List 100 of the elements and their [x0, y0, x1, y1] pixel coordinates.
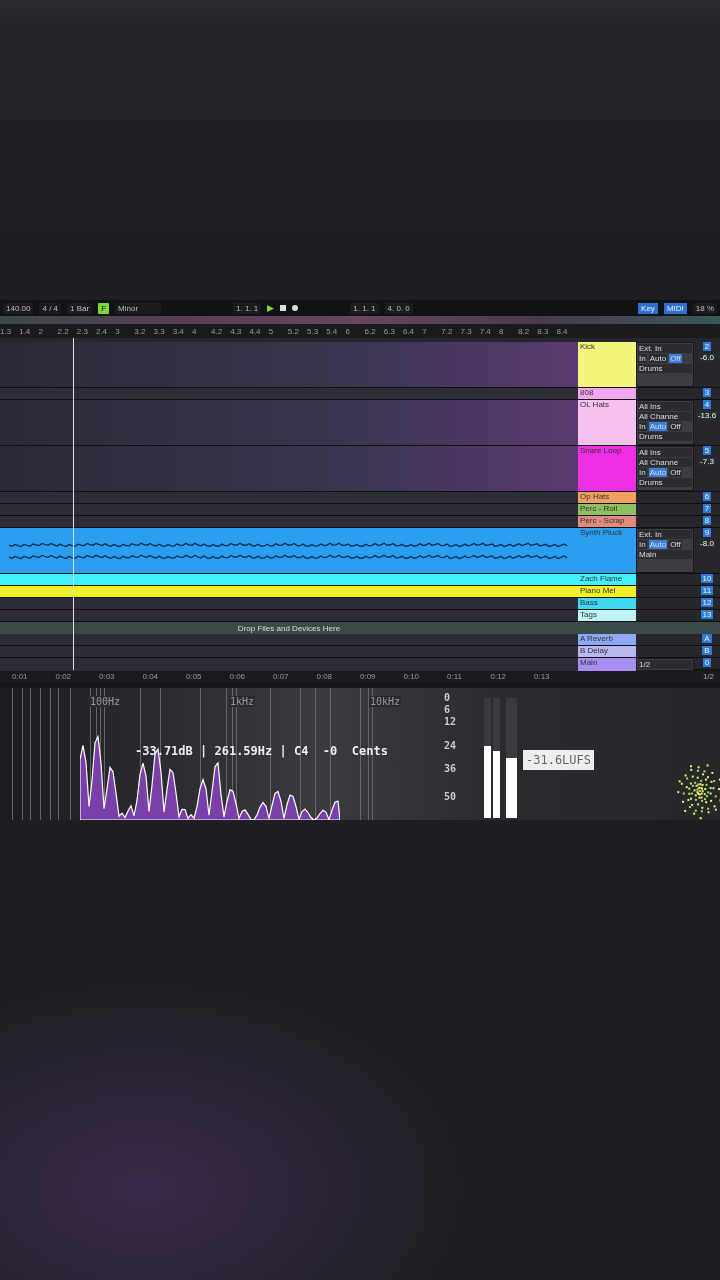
time-ruler-label: 0:09 [360, 671, 377, 681]
bar-ruler-label: 7.2 [441, 326, 454, 336]
track-header[interactable]: 808 [578, 388, 636, 399]
play-icon[interactable] [267, 304, 275, 312]
monitor-option[interactable]: Off [669, 540, 682, 549]
bar-ruler-label: 2.3 [76, 326, 89, 336]
bar-ruler-label: 6.4 [402, 326, 416, 336]
bar-ruler-label: 7.3 [460, 326, 473, 336]
track-number[interactable]: 9 [702, 528, 712, 537]
volume-field[interactable]: -7.3 [699, 457, 715, 466]
midi-map-button[interactable]: MIDI [663, 302, 687, 314]
bar-ruler-label: 8.4 [556, 326, 569, 336]
input-dropdown[interactable]: All Ins [638, 448, 692, 457]
track-number[interactable]: 12 [700, 598, 714, 607]
channel-dropdown[interactable]: All Channe [638, 412, 692, 421]
output-dropdown[interactable]: Main [638, 550, 692, 559]
bar-ruler-label: 8.2 [518, 326, 531, 336]
track-number[interactable]: 8 [702, 516, 712, 525]
track-header[interactable]: Perc - Roll [578, 504, 636, 515]
track-number[interactable]: B [702, 646, 712, 655]
bar-ruler-label: 3.3 [153, 326, 166, 336]
track-number[interactable]: 13 [700, 610, 714, 619]
track-header[interactable]: Piano Mel [578, 586, 636, 597]
bar-ruler-label: 1.4 [19, 326, 32, 336]
lufs-readout: -31.6LUFS [523, 750, 595, 770]
bar-ruler-label: 3 [115, 326, 121, 336]
monitor-option[interactable]: In [638, 540, 647, 549]
position-field[interactable]: 1. 1. 1 [233, 302, 262, 314]
track-header[interactable]: OL Hats [578, 400, 636, 445]
track-number[interactable]: 4 [702, 400, 712, 409]
volume-field[interactable]: -8.0 [699, 539, 715, 548]
track-number[interactable]: 10 [700, 574, 714, 583]
audio-clip[interactable] [0, 528, 578, 573]
track-header[interactable]: Zach Flame [578, 574, 636, 585]
audio-clip[interactable] [0, 574, 578, 585]
track-header[interactable]: Kick [578, 342, 636, 387]
track-number[interactable]: 3 [702, 388, 712, 397]
track-header[interactable]: Snare Loop [578, 446, 636, 491]
track-header[interactable]: A Reverb [578, 634, 636, 645]
audio-clip[interactable] [0, 586, 578, 597]
monitor-option[interactable]: Off [669, 422, 682, 431]
channel-dropdown[interactable]: All Channe [638, 458, 692, 467]
time-ruler-label: 0:12 [490, 671, 508, 681]
time-ruler-label: 0:02 [55, 671, 73, 681]
bar-ruler-label: 8 [498, 326, 505, 336]
monitor-option[interactable]: In [638, 422, 647, 431]
output-dropdown[interactable]: Drums [638, 364, 692, 373]
output-dropdown[interactable]: Drums [638, 478, 692, 487]
bar-ruler-label: 7.4 [479, 326, 492, 336]
bar-ruler-label: 3.2 [134, 326, 147, 336]
track-header[interactable]: Perc - Scrap [578, 516, 636, 527]
key-map-button[interactable]: Key [638, 302, 658, 314]
stop-icon[interactable] [280, 305, 287, 311]
bar-ruler-label: 7 [422, 326, 428, 336]
monitor-option[interactable]: Off [669, 468, 682, 477]
track-header[interactable]: B Delay [578, 646, 636, 657]
track-header[interactable]: Tags [578, 610, 636, 621]
time-ruler-label: 0:11 [447, 671, 463, 681]
bar-ruler-label: 4.4 [249, 326, 262, 336]
input-dropdown[interactable]: Ext. In [638, 344, 692, 353]
meter-scale-label: 0 [444, 692, 451, 703]
time-ruler-label: 0:05 [186, 671, 203, 681]
track-number[interactable]: 5 [702, 446, 712, 455]
track-header[interactable]: Main [578, 658, 636, 671]
track-number[interactable]: 7 [702, 504, 712, 513]
output-dropdown[interactable]: Drums [638, 432, 692, 441]
loop-start-field[interactable]: 1. 1. 1 [350, 302, 379, 314]
input-dropdown[interactable]: Ext. In [638, 530, 692, 539]
track-header[interactable]: Bass [578, 598, 636, 609]
track-number[interactable]: 6 [702, 492, 712, 501]
cpu-meter: 18 % [692, 302, 717, 314]
output-dropdown[interactable]: 1/2 [638, 660, 692, 669]
time-ruler-label: 0:03 [99, 671, 116, 681]
scale-dropdown[interactable]: Minor [115, 302, 162, 314]
pitch-readout: -33.71dB | 261.59Hz | C4 -0 Cents [135, 744, 388, 758]
track-number[interactable]: A [702, 634, 712, 643]
time-ruler-label: 0:13 [534, 671, 551, 681]
track-number[interactable]: 0 [702, 658, 712, 667]
meter-scale-label: 36 [444, 763, 457, 774]
meter-scale-label: 12 [444, 716, 457, 727]
track-header[interactable]: Op Hats [578, 492, 636, 503]
bar-ruler-label: 8.3 [537, 326, 550, 336]
loop-length-field[interactable]: 4. 0. 0 [384, 302, 413, 314]
tempo-field[interactable]: 140.00 [3, 302, 34, 314]
bar-ruler-label: 5.3 [307, 326, 320, 336]
volume-field[interactable]: -13.6 [696, 411, 718, 420]
monitor-option[interactable]: Auto [648, 354, 668, 363]
time-signature-field[interactable]: 4 / 4 [39, 302, 62, 314]
bar-ruler-label: 6.3 [383, 326, 396, 336]
volume-field[interactable]: -6.0 [699, 353, 715, 362]
key-toggle[interactable]: F [98, 302, 110, 314]
track-number[interactable]: 2 [702, 342, 712, 351]
quantize-dropdown[interactable]: 1 Bar [67, 302, 93, 314]
track-header[interactable]: Synth Pluck [578, 528, 636, 573]
input-dropdown[interactable]: All Ins [638, 402, 692, 411]
track-number[interactable]: 11 [700, 586, 714, 595]
record-icon[interactable] [292, 305, 299, 311]
monitor-option[interactable]: In [638, 354, 647, 363]
monitor-option[interactable]: In [638, 468, 647, 477]
bar-ruler-label: 4 [191, 326, 198, 336]
